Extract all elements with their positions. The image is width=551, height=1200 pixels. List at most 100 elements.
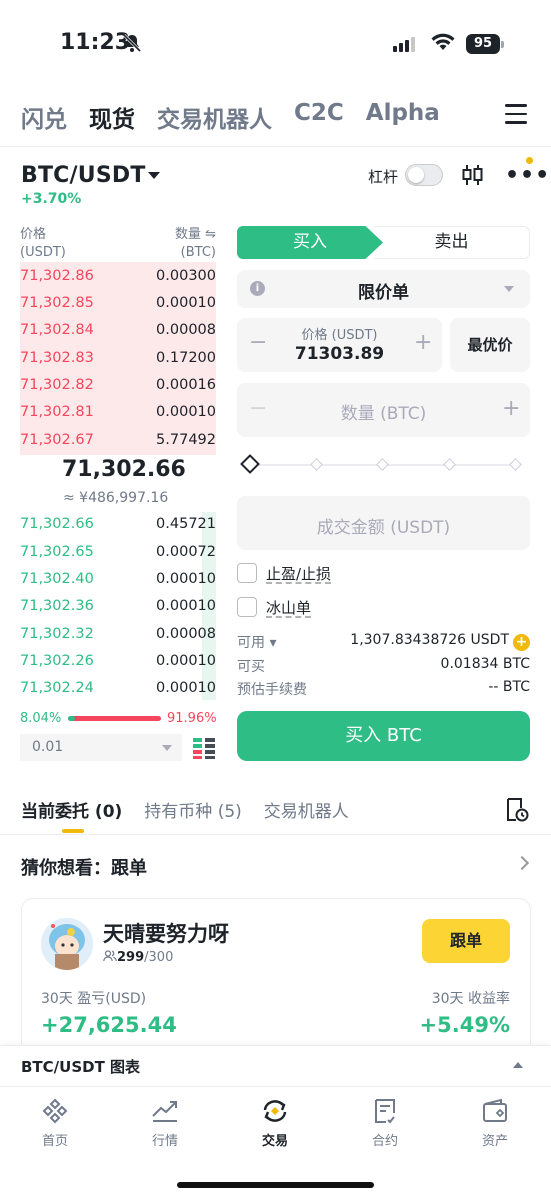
contract-document-icon xyxy=(375,1099,395,1124)
trader-avatar[interactable] xyxy=(41,918,93,970)
total-placeholder: 成交金额 (USDT) xyxy=(316,518,451,538)
iceberg-label[interactable]: 冰山单 xyxy=(266,597,311,618)
tp-sl-label[interactable]: 止盈/止损 xyxy=(266,563,331,584)
bid-row[interactable]: 71,302.40 0.00010 xyxy=(20,566,216,593)
add-funds-icon[interactable]: + xyxy=(513,634,530,651)
ask-price: 71,302.85 xyxy=(20,295,94,311)
pnl-value: +27,625.44 xyxy=(41,1013,177,1037)
bid-row[interactable]: 71,302.65 0.00072 xyxy=(20,539,216,566)
ask-qty: 0.17200 xyxy=(156,350,216,366)
ask-qty: 0.00016 xyxy=(156,377,216,393)
leverage-toggle[interactable] xyxy=(405,164,443,186)
signal-icon xyxy=(393,37,415,52)
nav-markets[interactable]: 行情 xyxy=(125,1098,205,1149)
candlestick-chart-icon[interactable] xyxy=(461,163,485,187)
ask-row[interactable]: 71,302.85 0.00010 xyxy=(20,290,216,317)
wifi-icon xyxy=(431,33,455,50)
bid-row[interactable]: 71,302.36 0.00010 xyxy=(20,593,216,620)
copy-trade-button[interactable]: 跟单 xyxy=(422,919,510,963)
nav-assets[interactable]: 资产 xyxy=(455,1098,535,1149)
ask-row[interactable]: 71,302.83 0.17200 xyxy=(20,345,216,372)
nav-home-label: 首页 xyxy=(41,1134,68,1149)
available-label[interactable]: 可用 ▾ xyxy=(237,632,276,652)
binance-logo-icon xyxy=(42,1098,68,1124)
bid-qty: 0.00010 xyxy=(156,653,216,669)
price-label: 价格 (USDT) xyxy=(301,328,378,343)
precision-select[interactable]: 0.01 xyxy=(20,734,182,761)
bid-row[interactable]: 71,302.66 0.45721 xyxy=(20,511,216,538)
home-indicator[interactable] xyxy=(177,1182,374,1188)
menu-icon[interactable] xyxy=(505,104,527,124)
trader-name[interactable]: 天晴要努力呀 xyxy=(103,918,229,948)
orderbook-qty-header[interactable]: 数量 ⇋ (BTC) xyxy=(140,226,216,262)
bid-qty: 0.00010 xyxy=(156,598,216,614)
caret-down-icon[interactable] xyxy=(148,172,160,179)
nav-futures[interactable]: 合约 xyxy=(345,1098,425,1149)
tab-bots[interactable]: 交易机器人 xyxy=(264,797,349,822)
pair-selector[interactable]: BTC/USDT xyxy=(21,163,146,188)
ask-row[interactable]: 71,302.82 0.00016 xyxy=(20,372,216,399)
slider-step-75[interactable] xyxy=(443,458,456,471)
bid-row[interactable]: 71,302.32 0.00008 xyxy=(20,621,216,648)
tp-sl-checkbox[interactable] xyxy=(237,563,257,583)
tab-c2c[interactable]: C2C xyxy=(294,100,344,134)
nav-trade[interactable]: 交易 xyxy=(235,1098,315,1149)
exchange-icon xyxy=(263,1100,287,1122)
price-change: +3.70% xyxy=(21,191,82,207)
ask-row[interactable]: 71,302.67 5.77492 xyxy=(20,427,216,454)
bid-price: 71,302.65 xyxy=(20,544,94,560)
tab-open-orders[interactable]: 当前委托 (0) xyxy=(21,797,122,822)
ask-qty: 0.00008 xyxy=(156,322,216,338)
available-value-wrap: 1,307.83438726 USDT + xyxy=(350,632,530,652)
chevron-up-icon[interactable] xyxy=(513,1062,523,1068)
fee-row: 预估手续费 -- BTC xyxy=(237,679,530,699)
bid-qty: 0.45721 xyxy=(156,516,216,532)
bid-price: 71,302.26 xyxy=(20,653,94,669)
pnl-label: 30天 盈亏(USD) xyxy=(41,991,147,1007)
nav-home[interactable]: 首页 xyxy=(15,1098,95,1149)
slider-handle[interactable] xyxy=(240,454,260,474)
tab-trading-bot[interactable]: 交易机器人 xyxy=(157,100,272,134)
bid-price: 71,302.32 xyxy=(20,626,94,642)
iceberg-checkbox[interactable] xyxy=(237,597,257,617)
bell-muted-icon xyxy=(122,33,142,53)
orderbook-price-header: 价格 (USDT) xyxy=(20,226,66,262)
buy-tab[interactable]: 买入 xyxy=(237,226,383,259)
bid-qty: 0.00008 xyxy=(156,626,216,642)
divider xyxy=(0,834,551,835)
price-header-label: 价格 xyxy=(20,227,47,242)
slider-step-50[interactable] xyxy=(376,458,389,471)
bid-price: 71,302.36 xyxy=(20,598,94,614)
bid-row[interactable]: 71,302.24 0.00010 xyxy=(20,675,216,702)
followers-count: 299/300 xyxy=(103,950,173,965)
divider xyxy=(0,146,551,147)
order-history-icon[interactable] xyxy=(505,797,529,823)
tab-holdings[interactable]: 持有币种 (5) xyxy=(144,797,241,822)
ask-row[interactable]: 71,302.84 0.00008 xyxy=(20,317,216,344)
best-price-button[interactable]: 最优价 xyxy=(450,318,530,372)
slider-step-25[interactable] xyxy=(310,458,323,471)
leverage-label: 杠杆 xyxy=(368,168,399,186)
roi-value: +5.49% xyxy=(419,1013,510,1037)
sell-tab[interactable]: 卖出 xyxy=(374,226,530,259)
orderbook-layout-icon[interactable] xyxy=(193,737,215,759)
chart-trend-icon xyxy=(152,1101,177,1122)
ask-row[interactable]: 71,302.86 0.00300 xyxy=(20,263,216,290)
more-options-icon[interactable]: ••• xyxy=(505,165,550,187)
bid-row[interactable]: 71,302.26 0.00010 xyxy=(20,648,216,675)
chart-drawer-label[interactable]: BTC/USDT 图表 xyxy=(21,1056,140,1077)
nav-markets-label: 行情 xyxy=(151,1134,178,1149)
tab-alpha[interactable]: Alpha xyxy=(366,100,440,134)
sell-ratio: 91.96% xyxy=(167,711,217,726)
price-value[interactable]: 71303.89 xyxy=(237,344,442,364)
last-price-cny: ≈ ¥486,997.16 xyxy=(63,490,169,506)
chevron-right-icon[interactable] xyxy=(514,855,530,871)
slider-step-100[interactable] xyxy=(509,458,522,471)
tab-flash-swap[interactable]: 闪兑 xyxy=(21,100,67,134)
tab-spot[interactable]: 现货 xyxy=(89,100,135,134)
ask-qty: 0.00010 xyxy=(156,295,216,311)
buy-submit-button[interactable]: 买入 BTC xyxy=(237,711,530,761)
ask-row[interactable]: 71,302.81 0.00010 xyxy=(20,399,216,426)
last-price[interactable]: 71,302.66 xyxy=(62,457,186,482)
nav-trade-label: 交易 xyxy=(261,1134,288,1149)
